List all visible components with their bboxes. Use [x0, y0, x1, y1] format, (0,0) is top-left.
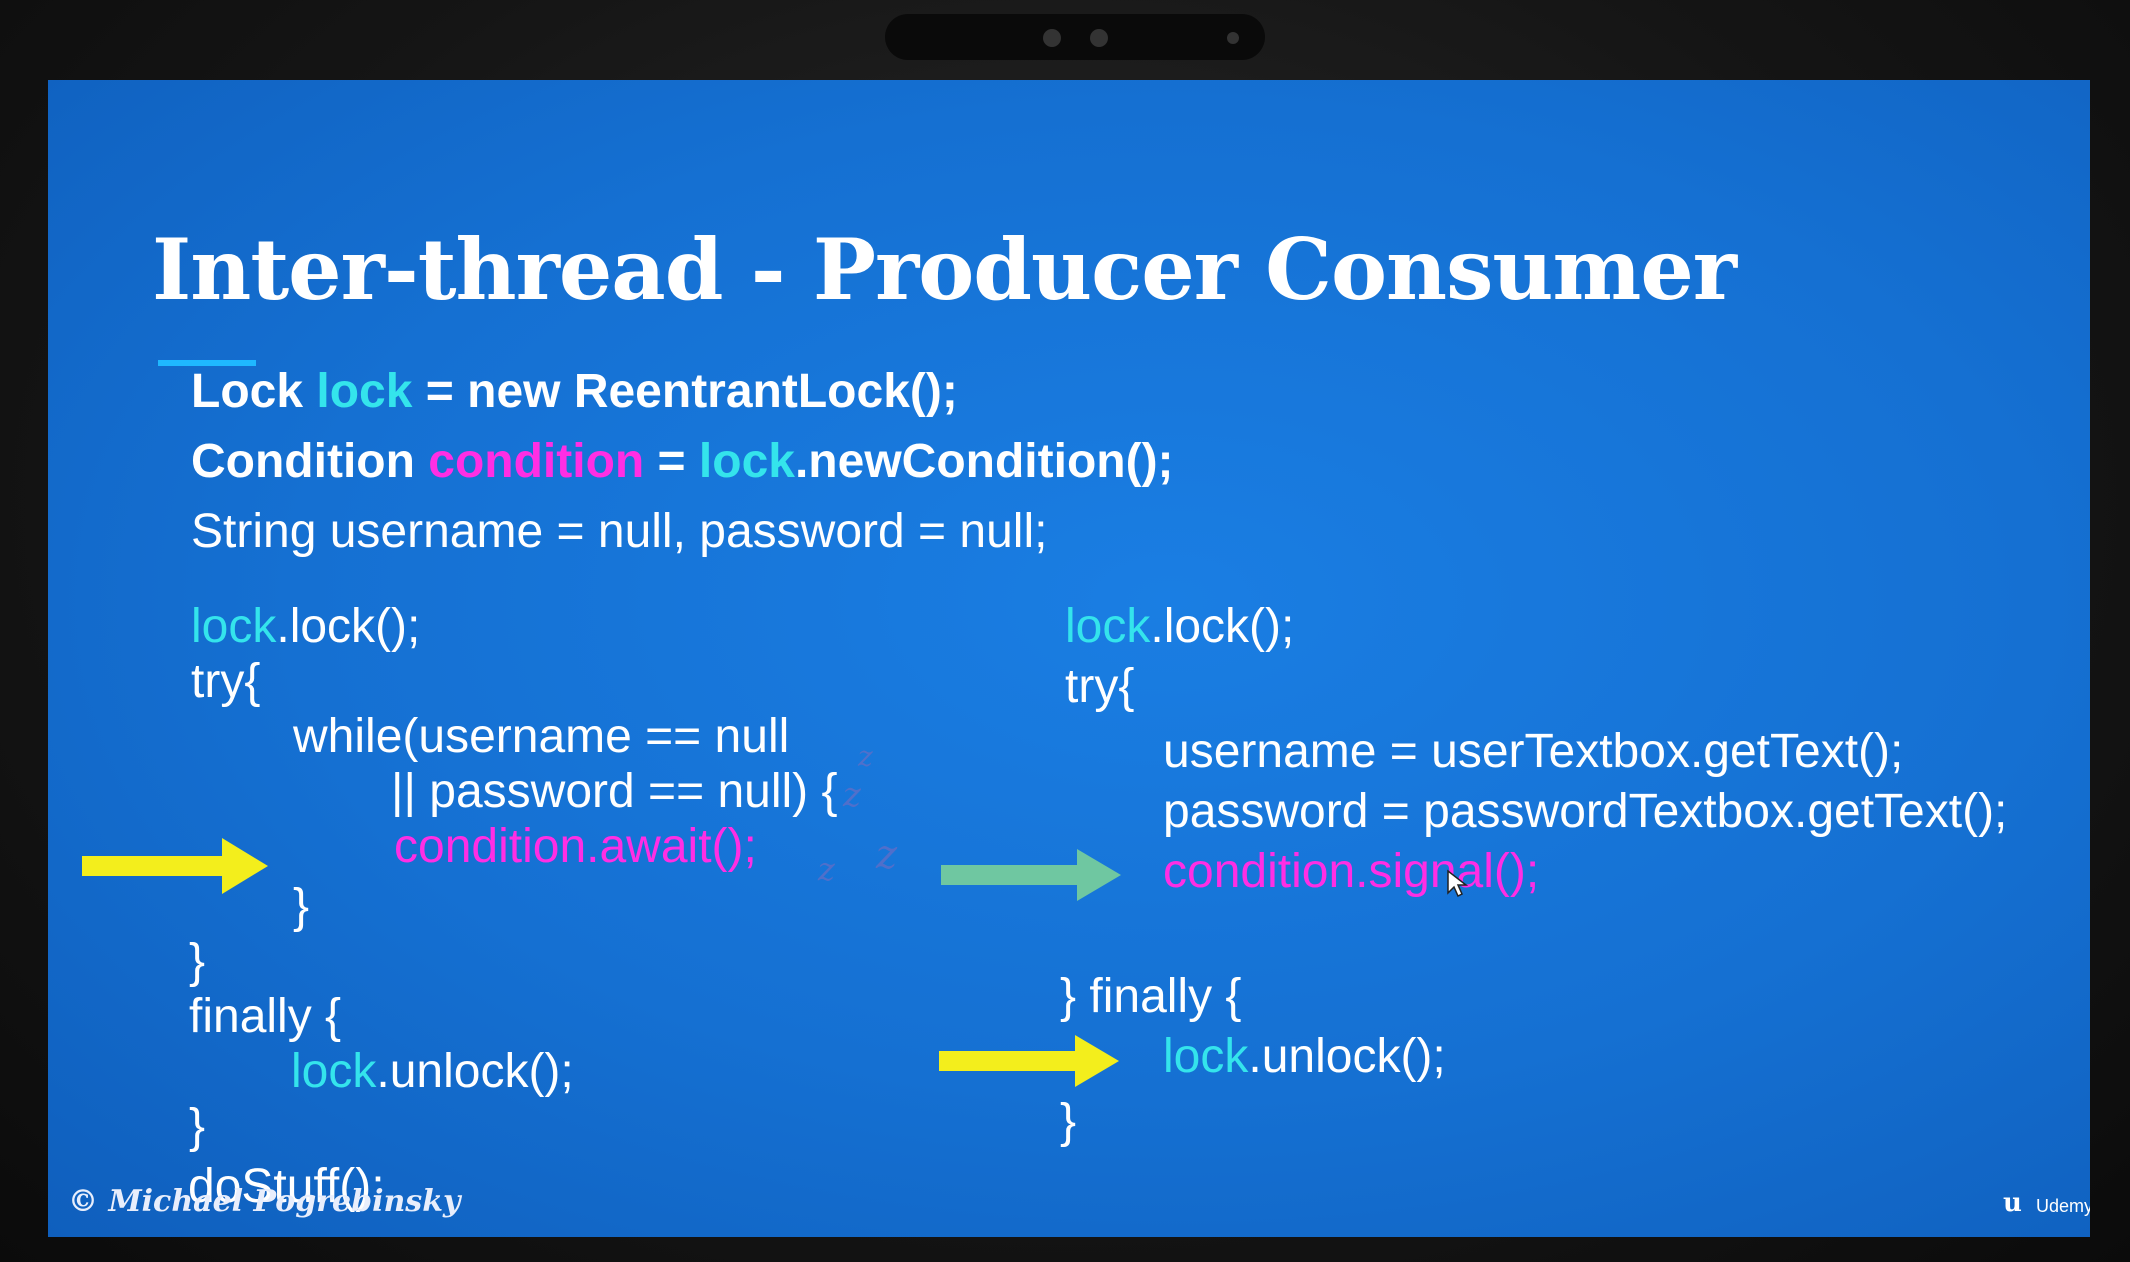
producer-close-finally: }: [1060, 1095, 1077, 1148]
code-token: .unlock();: [376, 1045, 574, 1098]
code-token: =: [644, 435, 699, 488]
consumer-finally-line: finally {: [189, 990, 342, 1043]
consumer-or-line: || password == null) {: [391, 765, 838, 818]
code-token: Lock: [191, 365, 317, 418]
consumer-close-finally: }: [189, 1100, 206, 1153]
camera-sensor-icon: [1227, 32, 1239, 44]
code-token-condition: condition: [428, 435, 645, 488]
consumer-try-line: try{: [191, 655, 261, 708]
producer-password-line: password = passwordTextbox.getText();: [1163, 785, 2008, 838]
sleep-z-icon: z: [876, 832, 898, 878]
declaration-condition-line: Condition condition = lock.newCondition(…: [191, 438, 1174, 486]
code-token-lock: lock: [191, 600, 277, 653]
code-token-lock: lock: [698, 435, 795, 488]
consumer-unlock-line: lock.unlock();: [291, 1048, 574, 1096]
consumer-close-try: }: [189, 935, 206, 988]
mouse-cursor-icon: [1447, 869, 1468, 898]
consumer-while-line: while(username == null: [293, 710, 790, 763]
declaration-lock-line: Lock lock = new ReentrantLock();: [191, 368, 958, 416]
producer-finally-line: } finally {: [1060, 970, 1242, 1023]
code-token-lock: lock: [1163, 1030, 1249, 1083]
sleep-z-icon: z: [818, 850, 835, 888]
code-token: .lock();: [276, 600, 421, 653]
code-token-lock: lock: [316, 365, 413, 418]
webcam-bar: [885, 14, 1265, 60]
code-token: = new ReentrantLock();: [412, 365, 958, 418]
presentation-slide: Inter-thread - Producer Consumer Lock lo…: [48, 80, 2090, 1237]
producer-unlock-line: lock.unlock();: [1163, 1033, 1446, 1081]
camera-lens-icon: [1043, 29, 1061, 47]
udemy-logo-icon: u: [2003, 1188, 2022, 1218]
code-token: .newCondition();: [794, 435, 1174, 488]
consumer-lock-line: lock.lock();: [191, 603, 420, 651]
code-token: .lock();: [1150, 600, 1295, 653]
code-token-lock: lock: [291, 1045, 377, 1098]
sleep-z-icon: z: [843, 775, 861, 815]
copyright-notice: © Michael Pogrebinsky: [68, 1184, 461, 1219]
producer-try-line: try{: [1065, 660, 1135, 713]
sleep-z-icon: z: [858, 740, 873, 773]
consumer-await-line: condition.await();: [394, 820, 757, 873]
producer-username-line: username = userTextbox.getText();: [1163, 725, 1904, 778]
producer-signal-line: condition.signal();: [1163, 845, 1540, 898]
arrow-right-yellow-icon: [939, 1035, 1119, 1087]
slide-title: Inter-thread - Producer Consumer: [152, 220, 1737, 319]
producer-lock-line: lock.lock();: [1065, 603, 1294, 651]
udemy-brand-name: Udemy: [2036, 1196, 2090, 1216]
declaration-strings-line: String username = null, password = null;: [191, 505, 1048, 558]
camera-lens-icon: [1090, 29, 1108, 47]
code-token: Condition: [191, 435, 429, 488]
code-token-lock: lock: [1065, 600, 1151, 653]
arrow-right-green-icon: [941, 849, 1121, 901]
code-token: .unlock();: [1248, 1030, 1446, 1083]
consumer-close-while: }: [293, 880, 310, 933]
arrow-right-yellow-icon: [82, 838, 268, 894]
